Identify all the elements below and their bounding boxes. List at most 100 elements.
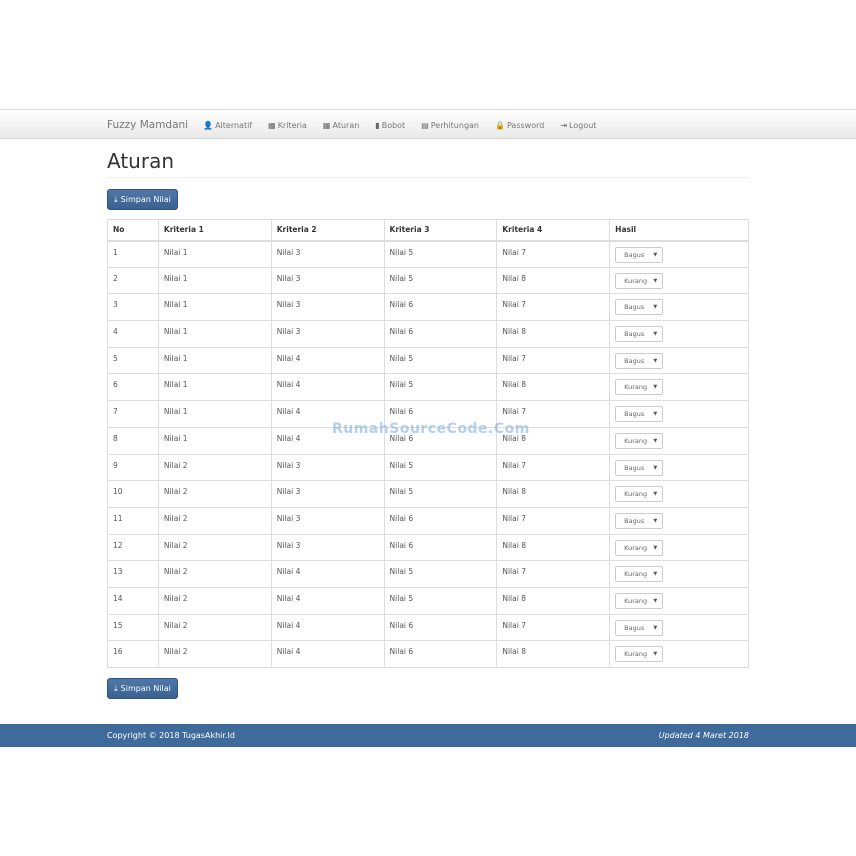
table-cell: Nilai 5 — [383, 346, 498, 375]
divider — [107, 177, 749, 178]
table-cell: Nilai 1 — [157, 373, 272, 402]
table-cell: Nilai 3 — [270, 453, 385, 482]
nav-item-bobot[interactable]: ▮ Bobot — [375, 121, 405, 130]
table-row: 12 Nilai 2 Nilai 3 Nilai 6 Nilai 8 Kurang ▼ — [107, 533, 749, 562]
download-icon: ⤓ — [114, 194, 118, 204]
table-cell: 2 — [107, 266, 159, 295]
hasil-select[interactable]: Bagus ▼ — [615, 459, 664, 476]
nav-item-kriteria[interactable]: ▦ Kriteria — [268, 121, 307, 130]
hasil-select[interactable]: Kurang ▼ — [615, 432, 664, 449]
table-cell: Nilai 1 — [157, 426, 272, 455]
table-row: 2 Nilai 1 Nilai 3 Nilai 5 Nilai 8 Kurang ▼ — [107, 266, 749, 295]
navbar: Fuzzy Mamdani 👤 Alternatif ▦ Kriteria ▦ Atura… — [0, 109, 856, 139]
selected-value: Bagus — [624, 303, 645, 312]
table-cell: Nilai 7 — [496, 560, 611, 588]
table-cell: Nilai 8 — [496, 320, 611, 348]
hasil-select[interactable]: Bagus ▼ — [615, 352, 664, 369]
hasil-cell: Kurang ▼ — [609, 266, 749, 295]
table-cell: Nilai 2 — [157, 533, 272, 562]
save-button-top[interactable]: ⤓ Simpan Nilai — [107, 189, 178, 210]
table-row: 9 Nilai 2 Nilai 3 Nilai 5 Nilai 7 Bagus ▼ — [107, 453, 749, 482]
hasil-cell: Kurang ▼ — [609, 480, 749, 508]
caret-down-icon: ▼ — [653, 411, 658, 418]
nav-item-perhitungan[interactable]: ▤ Perhitungan — [421, 121, 479, 130]
table-cell: Nilai 1 — [157, 346, 272, 375]
selected-value: Kurang — [624, 543, 648, 552]
table-cell: Nilai 4 — [270, 640, 385, 668]
brand-link[interactable]: Fuzzy Mamdani — [107, 119, 188, 131]
caret-down-icon: ▼ — [653, 464, 658, 471]
selected-value: Kurang — [624, 490, 648, 499]
log-out-icon: ⇥ — [560, 120, 568, 130]
th-icon: ▦ — [322, 120, 331, 130]
nav-item-label: Kriteria — [277, 120, 307, 130]
signal-icon: ▮ — [375, 120, 380, 130]
hasil-select[interactable]: Bagus ▼ — [615, 299, 664, 316]
table-cell: Nilai 8 — [496, 533, 611, 562]
table-cell: Nilai 3 — [270, 240, 385, 268]
table-cell: Nilai 6 — [383, 613, 498, 642]
hasil-select[interactable]: Kurang ▼ — [615, 646, 664, 663]
selected-value: Kurang — [624, 383, 648, 392]
nav-item-label: Password — [506, 120, 545, 130]
table-cell: Nilai 7 — [496, 240, 611, 268]
hasil-select[interactable]: Bagus ▼ — [615, 406, 664, 423]
table-header-row: No Kriteria 1 Kriteria 2 Kriteria 3 Kriteria… — [107, 219, 749, 242]
hasil-cell: Bagus ▼ — [609, 346, 749, 375]
save-button-label: Simpan Nilai — [120, 684, 171, 693]
caret-down-icon: ▼ — [653, 357, 658, 364]
nav-item-label: Perhitungan — [430, 120, 479, 130]
table-cell: Nilai 3 — [270, 293, 385, 322]
caret-down-icon: ▼ — [653, 491, 658, 498]
nav-item-logout[interactable]: ⇥ Logout — [560, 121, 596, 130]
table-cell: 3 — [107, 293, 159, 322]
table-cell: Nilai 6 — [383, 506, 498, 535]
hasil-select[interactable]: Kurang ▼ — [615, 379, 664, 396]
caret-down-icon: ▼ — [653, 251, 658, 258]
table-cell: Nilai 3 — [270, 266, 385, 295]
caret-down-icon: ▼ — [653, 437, 658, 444]
table-row: 11 Nilai 2 Nilai 3 Nilai 6 Nilai 7 Bagus ▼ — [107, 506, 749, 535]
save-button-bottom[interactable]: ⤓ Simpan Nilai — [107, 678, 178, 699]
table-cell: 14 — [107, 586, 159, 615]
hasil-select[interactable]: Kurang ▼ — [615, 486, 664, 503]
table-cell: Nilai 5 — [383, 480, 498, 508]
table-cell: 15 — [107, 613, 159, 642]
table-cell: Nilai 1 — [157, 266, 272, 295]
nav-item-label: Aturan — [332, 120, 360, 130]
hasil-cell: Bagus ▼ — [609, 613, 749, 642]
table-cell: 5 — [107, 346, 159, 375]
hasil-select[interactable]: Kurang ▼ — [615, 272, 664, 289]
hasil-select[interactable]: Kurang ▼ — [615, 592, 664, 609]
table-cell: 7 — [107, 400, 159, 428]
nav-menu: Fuzzy Mamdani 👤 Alternatif ▦ Kriteria ▦ Atura… — [107, 110, 612, 140]
hasil-cell: Bagus ▼ — [609, 240, 749, 268]
table-cell: Nilai 8 — [496, 373, 611, 402]
selected-value: Bagus — [624, 463, 645, 472]
nav-item-label: Alternatif — [215, 120, 253, 130]
nav-item-alternatif[interactable]: 👤 Alternatif — [203, 121, 252, 130]
table-cell: Nilai 3 — [270, 533, 385, 562]
hasil-select[interactable]: Bagus ▼ — [615, 326, 664, 343]
table-cell: Nilai 2 — [157, 560, 272, 588]
hasil-select[interactable]: Bagus ▼ — [615, 512, 664, 529]
table-cell: Nilai 3 — [270, 506, 385, 535]
hasil-select[interactable]: Bagus ▼ — [615, 619, 664, 636]
table-cell: Nilai 8 — [496, 640, 611, 668]
table-row: 14 Nilai 2 Nilai 4 Nilai 5 Nilai 8 Kurang ▼ — [107, 586, 749, 615]
table-cell: Nilai 8 — [496, 480, 611, 508]
table-cell: 1 — [107, 240, 159, 268]
hasil-cell: Bagus ▼ — [609, 506, 749, 535]
table-cell: Nilai 7 — [496, 293, 611, 322]
download-icon: ⤓ — [114, 683, 118, 693]
table-row: 15 Nilai 2 Nilai 4 Nilai 6 Nilai 7 Bagus ▼ — [107, 613, 749, 642]
hasil-select[interactable]: Kurang ▼ — [615, 566, 664, 583]
nav-item-aturan[interactable]: ▦ Aturan — [323, 121, 359, 130]
table-cell: Nilai 1 — [157, 400, 272, 428]
caret-down-icon: ▼ — [653, 651, 658, 658]
hasil-select[interactable]: Bagus ▼ — [615, 246, 664, 263]
selected-value: Kurang — [624, 650, 648, 659]
nav-item-password[interactable]: 🔒 Password — [495, 121, 544, 130]
hasil-select[interactable]: Kurang ▼ — [615, 539, 664, 556]
table-row: 5 Nilai 1 Nilai 4 Nilai 5 Nilai 7 Bagus ▼ — [107, 346, 749, 375]
